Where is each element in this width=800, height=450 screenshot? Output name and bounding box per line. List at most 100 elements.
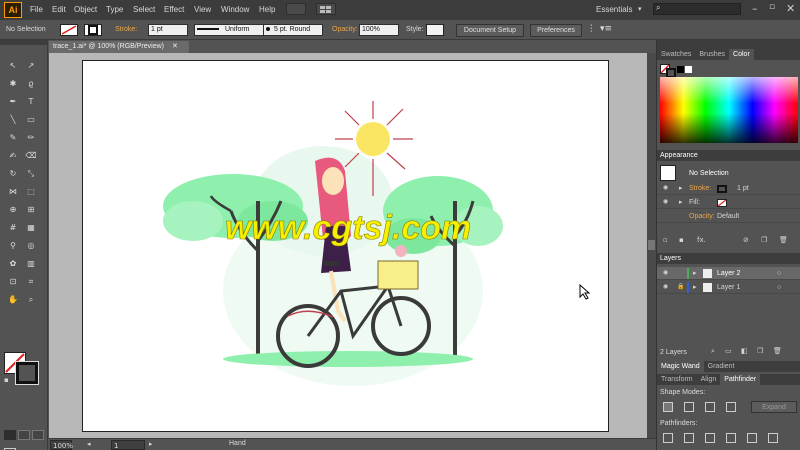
graphic-style-swatch[interactable]	[426, 24, 444, 36]
menu-effect[interactable]: Effect	[164, 5, 184, 14]
minus-front-icon[interactable]	[684, 402, 694, 412]
expand-arrow-icon[interactable]: ▸	[679, 196, 683, 209]
new-sublayer-icon[interactable]: ◧	[741, 347, 748, 355]
appearance-opacity-row[interactable]: Opacity: Default	[657, 210, 800, 223]
unite-icon[interactable]	[663, 402, 673, 412]
tab-gradient[interactable]: Gradient	[704, 361, 739, 372]
minimize-button[interactable]: –	[752, 2, 758, 15]
tab-magic-wand[interactable]: Magic Wand	[657, 361, 704, 372]
menu-view[interactable]: View	[194, 5, 211, 14]
selection-tool-icon[interactable]: ↖	[6, 60, 20, 72]
dock-grip[interactable]	[657, 40, 800, 49]
close-tab-icon[interactable]: ✕	[172, 43, 178, 50]
zoom-tool-icon[interactable]: ⌕	[24, 294, 38, 306]
tab-color[interactable]: Color	[729, 49, 754, 60]
align-icon[interactable]: ⫶	[590, 24, 593, 35]
variable-width-profile[interactable]: Uniform	[194, 24, 274, 36]
appearance-fill-swatch[interactable]	[717, 199, 727, 207]
width-tool-icon[interactable]: ⋈	[6, 186, 20, 198]
layer-name[interactable]: Layer 2	[717, 267, 740, 280]
expand-arrow-icon[interactable]: ▸	[693, 267, 697, 280]
shape-builder-tool-icon[interactable]: ⊕	[6, 204, 20, 216]
menu-object[interactable]: Object	[74, 5, 97, 14]
outline-icon[interactable]	[747, 433, 757, 443]
tab-pathfinder[interactable]: Pathfinder	[720, 374, 761, 385]
pencil-tool-icon[interactable]: ✏	[24, 132, 38, 144]
default-colors-icon[interactable]: ▪	[4, 376, 9, 384]
rectangle-tool-icon[interactable]: ▭	[24, 114, 38, 126]
tab-brushes[interactable]: Brushes	[695, 49, 729, 60]
magic-wand-tool-icon[interactable]: ✱	[6, 78, 20, 90]
color-spectrum[interactable]	[660, 77, 798, 143]
mesh-tool-icon[interactable]: #	[6, 222, 20, 234]
line-tool-icon[interactable]: ╲	[6, 114, 20, 126]
column-graph-tool-icon[interactable]: ▥	[24, 258, 38, 270]
clear-appearance-icon[interactable]: ⊘	[743, 236, 749, 244]
close-button[interactable]: ✕	[786, 2, 795, 15]
menu-file[interactable]: File	[30, 5, 43, 14]
expand-arrow-icon[interactable]: ▸	[679, 182, 683, 195]
add-stroke-icon[interactable]: ▫	[663, 236, 668, 244]
merge-icon[interactable]	[705, 433, 715, 443]
preferences-button[interactable]: Preferences	[530, 24, 582, 37]
pen-tool-icon[interactable]: ✒	[6, 96, 20, 108]
arrange-documents-button[interactable]	[316, 3, 336, 15]
artboard[interactable]: www.cgtsj.com	[82, 60, 609, 432]
eye-icon[interactable]: ◉	[663, 182, 668, 195]
maximize-button[interactable]: ▫	[769, 2, 775, 12]
brush-definition[interactable]: 5 pt. Round	[263, 24, 323, 36]
menu-window[interactable]: Window	[221, 5, 249, 14]
menu-edit[interactable]: Edit	[52, 5, 66, 14]
eraser-tool-icon[interactable]: ⌫	[24, 150, 38, 162]
scale-tool-icon[interactable]: ⤡	[24, 168, 38, 180]
next-artboard-icon[interactable]: ▸	[149, 440, 153, 448]
vertical-scrollbar-thumb[interactable]	[648, 240, 655, 250]
eye-icon[interactable]: ◉	[663, 281, 668, 294]
search-input[interactable]: ⌕	[653, 3, 741, 15]
layer-row-1[interactable]: ◉ 🔒 ▸ Layer 1 ○	[657, 281, 800, 294]
eye-icon[interactable]: ◉	[663, 196, 668, 209]
add-fill-icon[interactable]: ▪	[679, 236, 684, 244]
layer-row-2[interactable]: ◉ ▸ Layer 2 ○	[657, 267, 800, 280]
panel-menu-icon[interactable]: ▾≡	[600, 24, 612, 34]
exclude-icon[interactable]	[726, 402, 736, 412]
perspective-grid-tool-icon[interactable]: ⊞	[24, 204, 38, 216]
stroke-swatch[interactable]	[84, 24, 102, 36]
slice-tool-icon[interactable]: ⌗	[24, 276, 38, 288]
zoom-field[interactable]: 100%	[50, 440, 73, 450]
document-setup-button[interactable]: Document Setup	[456, 24, 524, 37]
white-swatch[interactable]	[685, 66, 692, 73]
menu-type[interactable]: Type	[106, 5, 123, 14]
layer-name[interactable]: Layer 1	[717, 281, 740, 294]
prev-artboard-icon[interactable]: ◂	[87, 440, 91, 448]
document-tab[interactable]: trace_1.ai* @ 100% (RGB/Preview) ✕	[49, 41, 189, 53]
type-tool-icon[interactable]: T	[24, 96, 38, 108]
lock-icon[interactable]: 🔒	[677, 281, 684, 294]
black-swatch[interactable]	[677, 66, 684, 73]
eyedropper-tool-icon[interactable]: ⚲	[6, 240, 20, 252]
appearance-stroke-row[interactable]: ◉ ▸ Stroke: 1 pt	[657, 182, 800, 195]
duplicate-item-icon[interactable]: ❐	[761, 236, 767, 244]
blob-brush-tool-icon[interactable]: ✍	[6, 150, 20, 162]
tab-swatches[interactable]: Swatches	[657, 49, 695, 60]
lasso-tool-icon[interactable]: ϱ	[24, 78, 38, 90]
crop-icon[interactable]	[726, 433, 736, 443]
menu-help[interactable]: Help	[259, 5, 275, 14]
rotate-tool-icon[interactable]: ↻	[6, 168, 20, 180]
tab-transform[interactable]: Transform	[657, 374, 697, 385]
opacity-field[interactable]: 100%	[359, 24, 399, 36]
blend-tool-icon[interactable]: ◎	[24, 240, 38, 252]
menu-select[interactable]: Select	[133, 5, 155, 14]
free-transform-tool-icon[interactable]: ⬚	[24, 186, 38, 198]
target-icon[interactable]: ○	[777, 267, 781, 280]
artboard-tool-icon[interactable]: ⊡	[6, 276, 20, 288]
fill-swatch[interactable]	[60, 24, 78, 36]
direct-selection-tool-icon[interactable]: ↗	[24, 60, 38, 72]
stroke-weight-field[interactable]: 1 pt	[148, 24, 188, 36]
paintbrush-tool-icon[interactable]: ✎	[6, 132, 20, 144]
normal-draw-icon[interactable]	[4, 430, 16, 440]
trim-icon[interactable]	[684, 433, 694, 443]
expand-arrow-icon[interactable]: ▸	[693, 281, 697, 294]
eye-icon[interactable]: ◉	[663, 267, 668, 280]
bridge-button[interactable]	[286, 3, 306, 15]
